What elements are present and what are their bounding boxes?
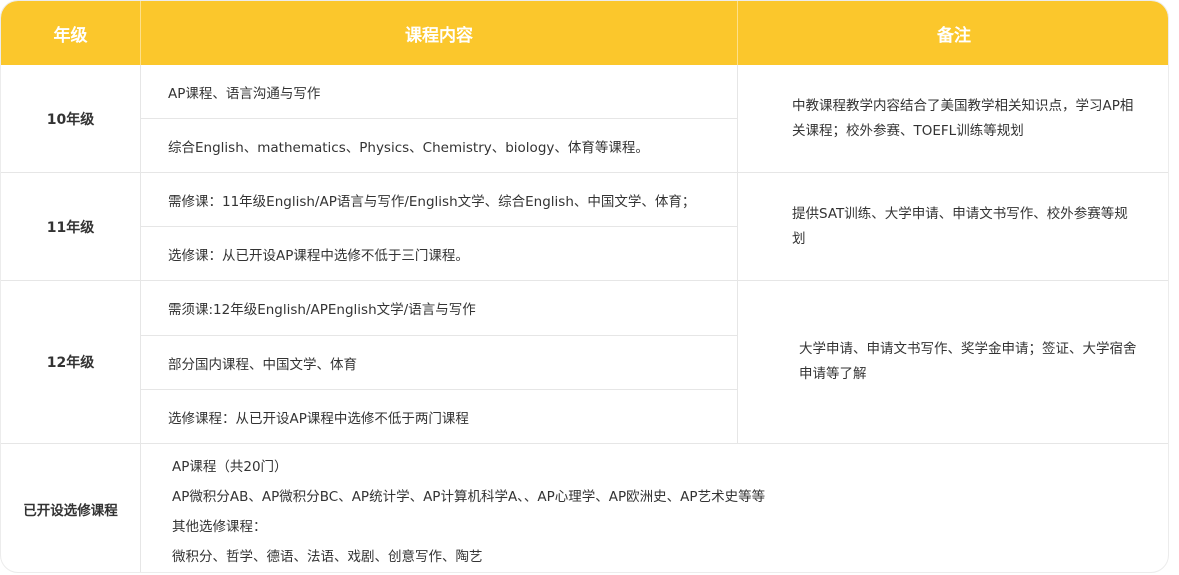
- elective-line: 微积分、哲学、德语、法语、戏剧、创意写作、陶艺: [172, 549, 483, 565]
- course-cell: 综合English、mathematics、Physics、Chemistry、…: [168, 139, 649, 156]
- elective-list: AP课程（共20门） AP微积分AB、AP微积分BC、AP统计学、AP计算机科学…: [172, 454, 932, 572]
- elective-line: AP课程（共20门）: [172, 459, 288, 475]
- note-cell-10: 中教课程教学内容结合了美国教学相关知识点，学习AP相关课程；校外参赛、TOEFL…: [792, 97, 1134, 139]
- grade-cell-10: 10年级: [46, 111, 95, 128]
- grade-cell-11: 11年级: [46, 219, 95, 236]
- header-note: 备注: [737, 1, 1168, 65]
- elective-line: AP微积分AB、AP微积分BC、AP统计学、AP计算机科学A、、AP心理学、AP…: [172, 489, 766, 505]
- header-grade: 年级: [53, 25, 88, 46]
- course-cell: 选修课：从已开设AP课程中选修不低于三门课程。: [168, 247, 469, 264]
- note-cell-11: 提供SAT训练、大学申请、申请文书写作、校外参赛等规划: [792, 205, 1128, 247]
- divider: [1, 443, 1168, 444]
- table-header: 年级 课程内容 备注: [1, 1, 1168, 65]
- course-cell: 需修课：11年级English/AP语言与写作/English文学、综合Engl…: [168, 193, 696, 210]
- course-cell: 部分国内课程、中国文学、体育: [168, 356, 357, 373]
- course-cell: 选修课程：从已开设AP课程中选修不低于两门课程: [168, 410, 469, 427]
- course-cell: AP课程、语言沟通与写作: [168, 85, 321, 102]
- grade-cell-12: 12年级: [46, 355, 95, 371]
- grade-cell-electives: 已开设选修课程: [23, 503, 118, 519]
- course-cell: 需须课:12年级English/APEnglish文学/语言与写作: [168, 302, 476, 318]
- header-course-content: 课程内容: [140, 1, 737, 65]
- course-table: 年级 课程内容 备注 10年级 AP课程、语言沟通与写作 综合English、m…: [0, 0, 1169, 573]
- elective-line: 其他选修课程：: [172, 519, 267, 535]
- note-cell-12: 大学申请、申请文书写作、奖学金申请；签证、大学宿舍申请等了解: [799, 341, 1137, 382]
